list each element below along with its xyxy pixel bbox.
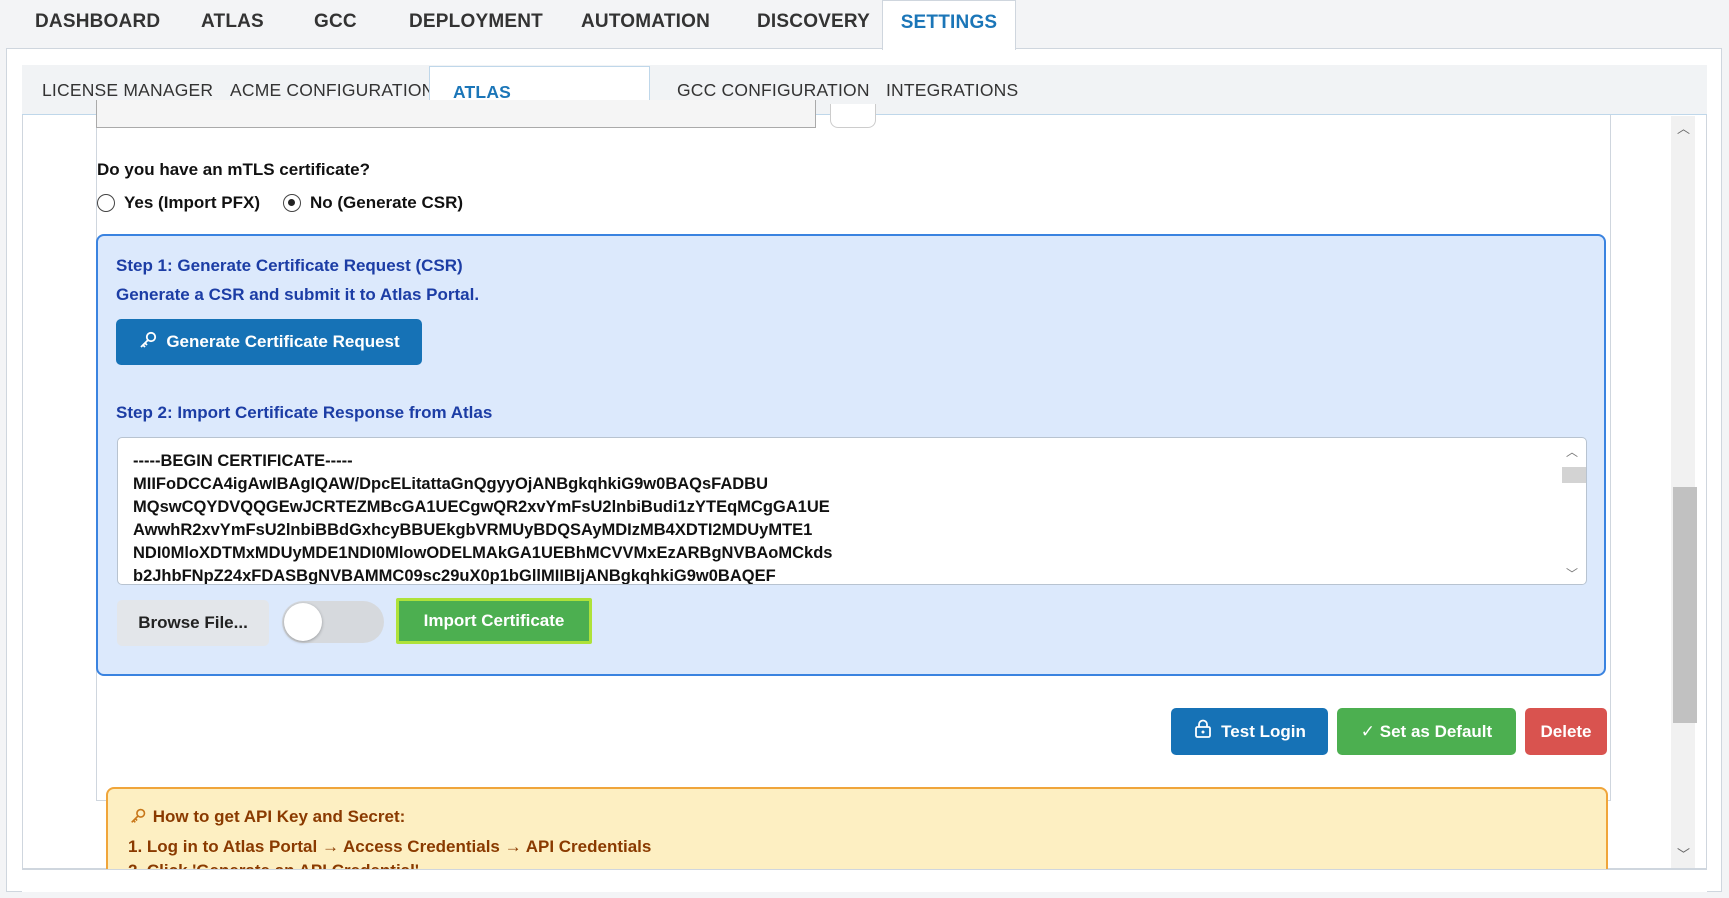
certificate-textarea[interactable]: -----BEGIN CERTIFICATE----- MIIFoDCCA4ig… (117, 437, 1587, 585)
radio-no-indicator[interactable] (283, 194, 301, 212)
tab-settings[interactable]: SETTINGS (882, 0, 1016, 50)
tab-dashboard[interactable]: DASHBOARD (35, 0, 160, 44)
content-scroll-thumb[interactable] (1673, 487, 1697, 723)
radio-yes-import-pfx[interactable]: Yes (Import PFX) (97, 193, 260, 213)
key-icon (128, 807, 153, 826)
toggle-knob (284, 603, 322, 641)
outer-bottom-edge (0, 892, 1729, 898)
generate-button-label: Generate Certificate Request (166, 332, 400, 351)
delete-button[interactable]: Delete (1525, 708, 1607, 755)
cert-line: MQswCQYDVQQGEwJCRTEZMBcGA1UECgwQR2xvYmFs… (133, 498, 830, 516)
content-scrollbar[interactable]: ︿ ﹀ (1671, 116, 1697, 868)
test-login-button[interactable]: Test Login (1171, 708, 1328, 755)
chevron-up-icon[interactable]: ︿ (1677, 118, 1690, 137)
step2-title: Step 2: Import Certificate Response from… (116, 403, 493, 422)
browse-file-button[interactable]: Browse File... (117, 600, 269, 646)
step1-description: Generate a CSR and submit it to Atlas Po… (116, 285, 480, 304)
tab-gcc[interactable]: GCC (314, 0, 357, 44)
help-step: 1. Log in to Atlas Portal → Access Crede… (128, 837, 652, 856)
tab-deployment[interactable]: DEPLOYMENT (409, 0, 543, 44)
partial-button[interactable] (830, 104, 876, 128)
import-certificate-button[interactable]: Import Certificate (396, 598, 592, 644)
test-login-label: Test Login (1221, 721, 1306, 741)
cert-line: b2JhbFNpZ24xFDASBgNVBAMMC09sc29uX0p1bGll… (133, 567, 776, 585)
generate-certificate-request-button[interactable]: Generate Certificate Request (116, 319, 422, 365)
textarea-scroll-thumb[interactable] (1562, 467, 1586, 483)
radio-yes-label: Yes (Import PFX) (124, 193, 261, 212)
lock-icon (1193, 719, 1213, 744)
set-as-default-button[interactable]: ✓ Set as Default (1337, 708, 1516, 755)
chevron-down-icon[interactable]: ﹀ (1566, 565, 1578, 582)
cert-line: AwwhR2xvYmFsU2lnbiBBdGxhcyBBUEkgbVRMUyBD… (133, 521, 813, 539)
step1-title: Step 1: Generate Certificate Request (CS… (116, 256, 463, 275)
cert-line: MIIFoDCCA4igAwIBAgIQAW/DpcELitattaGnQgyy… (133, 475, 768, 493)
radio-no-generate-csr[interactable]: No (Generate CSR) (283, 193, 463, 213)
top-nav: DASHBOARD ATLAS GCC DEPLOYMENT AUTOMATIO… (0, 0, 1729, 50)
toggle-switch[interactable] (282, 601, 384, 643)
chevron-up-icon[interactable]: ︿ (1566, 443, 1578, 460)
help-title-text: How to get API Key and Secret: (152, 807, 406, 826)
cert-line: NDI0MloXDTMxMDUyMDE1NDI0MlowODELMAkGA1UE… (133, 544, 833, 562)
tab-discovery[interactable]: DISCOVERY (757, 0, 870, 44)
radio-no-label: No (Generate CSR) (310, 193, 464, 212)
mtls-question: Do you have an mTLS certificate? (97, 160, 371, 179)
chevron-down-icon[interactable]: ﹀ (1677, 844, 1690, 863)
content-bottom-edge (22, 869, 1707, 892)
help-title: How to get API Key and Secret: (128, 807, 1606, 827)
textarea-scrollbar[interactable]: ︿ ﹀ (1561, 439, 1586, 584)
tab-automation[interactable]: AUTOMATION (581, 0, 710, 44)
partial-input-field[interactable] (96, 100, 816, 128)
radio-yes-indicator[interactable] (97, 194, 115, 212)
key-icon (138, 330, 158, 355)
tab-atlas[interactable]: ATLAS (201, 0, 264, 44)
tab-integrations[interactable]: INTEGRATIONS (886, 65, 1018, 115)
cert-line: -----BEGIN CERTIFICATE----- (133, 452, 353, 470)
